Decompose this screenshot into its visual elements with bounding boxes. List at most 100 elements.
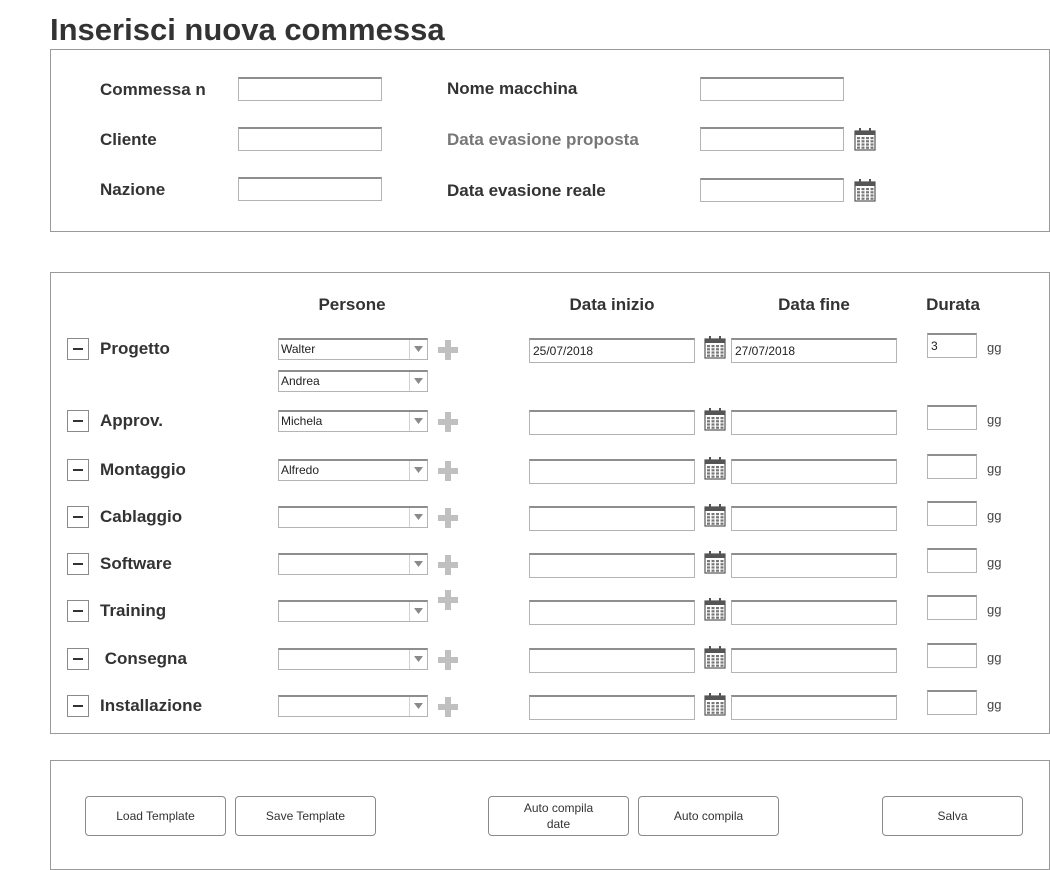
column-header-durata: Durata [926,295,980,314]
data-fine-input[interactable] [731,648,897,673]
calendar-icon[interactable] [704,503,726,532]
plus-icon[interactable] [437,554,459,576]
person-select[interactable] [278,600,428,622]
plus-icon[interactable] [437,696,459,718]
chevron-down-icon [409,602,427,621]
calendar-icon[interactable] [704,645,726,674]
calendar-icon[interactable] [704,407,726,436]
data-fine-input[interactable] [731,410,897,435]
data-inizio-input[interactable]: 25/07/2018 [529,338,695,363]
plus-icon[interactable] [437,411,459,433]
data-inizio-input[interactable] [529,695,695,720]
person-select-value: Alfredo [281,463,320,477]
column-header-data-fine: Data fine [778,295,850,314]
cliente-label: Cliente [100,130,157,149]
unit-label: gg [987,461,1002,476]
remove-phase-button[interactable] [67,648,89,670]
remove-phase-button[interactable] [67,506,89,528]
durata-input[interactable] [927,690,977,715]
durata-input[interactable] [927,454,977,479]
unit-label: gg [987,508,1002,523]
remove-phase-button[interactable] [67,459,89,481]
data-fine-input[interactable] [731,600,897,625]
phase-name: Cablaggio [100,507,183,526]
phase-name: Progetto [100,339,170,358]
salva-button[interactable]: Salva [882,796,1023,836]
column-header-data-inizio: Data inizio [569,295,655,314]
nazione-label: Nazione [100,180,166,199]
auto-compila-button[interactable]: Auto compila [638,796,779,836]
data-evasione-proposta-label: Data evasione proposta [447,130,639,149]
calendar-icon[interactable] [704,692,726,721]
plus-icon[interactable] [437,589,459,611]
person-select[interactable] [278,695,428,717]
chevron-down-icon [409,650,427,669]
person-select-value: Walter [281,342,316,356]
remove-phase-button[interactable] [67,410,89,432]
data-fine-input[interactable] [731,459,897,484]
data-inizio-input[interactable] [529,648,695,673]
calendar-icon[interactable] [704,550,726,579]
chevron-down-icon [409,412,427,431]
phases-panel: Persone Data inizio Data fine Durata Pro… [50,272,1050,734]
durata-input[interactable] [927,595,977,620]
data-inizio-input[interactable] [529,410,695,435]
chevron-down-icon [409,461,427,480]
nazione-input[interactable] [238,177,382,201]
unit-label: gg [987,340,1002,355]
data-fine-input[interactable]: 27/07/2018 [731,338,897,363]
data-inizio-input[interactable] [529,459,695,484]
load-template-button[interactable]: Load Template [85,796,226,836]
data-inizio-input[interactable] [529,600,695,625]
data-inizio-input[interactable] [529,553,695,578]
person-select[interactable]: Michela [278,410,428,432]
unit-label: gg [987,602,1002,617]
calendar-icon[interactable] [854,127,876,156]
plus-icon[interactable] [437,649,459,671]
save-template-button[interactable]: Save Template [235,796,376,836]
data-fine-input[interactable] [731,695,897,720]
phase-name: Montaggio [100,460,186,479]
data-inizio-input[interactable] [529,506,695,531]
person-select[interactable]: Alfredo [278,459,428,481]
durata-input[interactable] [927,501,977,526]
unit-label: gg [987,412,1002,427]
durata-input[interactable] [927,643,977,668]
calendar-icon[interactable] [704,597,726,626]
person-select[interactable]: Walter [278,338,428,360]
durata-input[interactable]: 3 [927,333,977,358]
chevron-down-icon [409,555,427,574]
data-fine-input[interactable] [731,553,897,578]
commessa-input[interactable] [238,77,382,101]
calendar-icon[interactable] [854,178,876,207]
remove-phase-button[interactable] [67,600,89,622]
auto-compila-date-button[interactable]: Auto compila date [488,796,629,836]
remove-phase-button[interactable] [67,553,89,575]
plus-icon[interactable] [437,507,459,529]
person-select[interactable] [278,506,428,528]
person-select[interactable] [278,553,428,575]
plus-icon[interactable] [437,339,459,361]
data-evasione-reale-input[interactable] [700,178,844,202]
durata-input[interactable] [927,548,977,573]
calendar-icon[interactable] [704,335,726,364]
person-select[interactable]: Andrea [278,370,428,392]
calendar-icon[interactable] [704,456,726,485]
phase-name: Software [100,554,172,573]
person-select[interactable] [278,648,428,670]
remove-phase-button[interactable] [67,695,89,717]
chevron-down-icon [409,508,427,527]
plus-icon[interactable] [437,460,459,482]
data-evasione-proposta-input[interactable] [700,127,844,151]
commessa-label: Commessa n [100,80,206,99]
data-evasione-reale-label: Data evasione reale [447,181,606,200]
nome-macchina-input[interactable] [700,77,844,101]
order-details-panel: Commessa n Cliente Nazione Nome macchina… [50,49,1050,232]
person-select-value: Michela [281,414,323,428]
remove-phase-button[interactable] [67,338,89,360]
chevron-down-icon [409,697,427,716]
durata-input[interactable] [927,405,977,430]
cliente-input[interactable] [238,127,382,151]
data-fine-input[interactable] [731,506,897,531]
phase-name: Training [100,601,167,620]
